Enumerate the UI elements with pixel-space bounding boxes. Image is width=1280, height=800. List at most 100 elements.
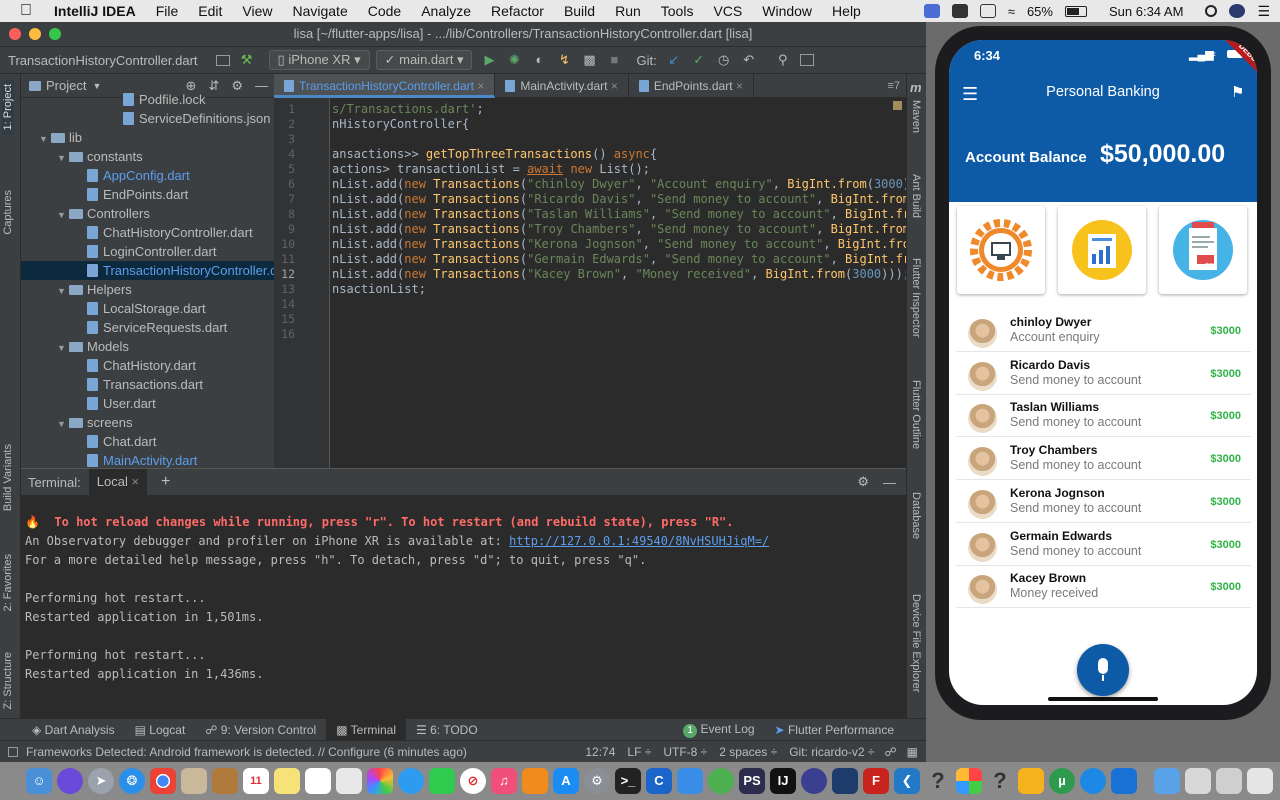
bell-icon[interactable]: ⚑	[1231, 83, 1244, 101]
intellij-alt-icon[interactable]: C	[646, 768, 672, 794]
logcat-tool-button[interactable]: ▤ Logcat	[125, 723, 196, 737]
code-line[interactable]: nList.add(new Transactions("Troy Chamber…	[332, 222, 925, 236]
device-file-explorer-tool-tab[interactable]: Device File Explorer	[910, 594, 922, 692]
git-branch[interactable]: Git: ricardo-v2 ÷	[789, 745, 874, 759]
safari-icon[interactable]: ❂	[119, 768, 145, 794]
mysql-workbench-icon[interactable]	[832, 768, 858, 794]
teamviewer-icon[interactable]	[1080, 768, 1106, 794]
menu-build[interactable]: Build	[554, 3, 605, 19]
tab-endpoints[interactable]: EndPoints.dart ×	[629, 74, 754, 98]
file-encoding[interactable]: UTF-8 ÷	[663, 745, 707, 759]
menu-vcs[interactable]: VCS	[703, 3, 752, 19]
android-studio-icon[interactable]	[708, 768, 734, 794]
no-entry-icon[interactable]: ⊘	[460, 768, 486, 794]
code-line[interactable]: nList.add(new Transactions("Taslan Willi…	[332, 207, 917, 221]
chevron-down-icon[interactable]: ▼	[92, 81, 101, 91]
system-preferences-icon[interactable]: ⚙	[584, 768, 610, 794]
tree-folder[interactable]: ▼ lib	[21, 128, 274, 147]
menu-navigate[interactable]: Navigate	[282, 3, 357, 19]
office-app-icon[interactable]	[1111, 768, 1137, 794]
close-window-button[interactable]	[9, 28, 21, 40]
app-menu[interactable]: IntelliJ IDEA	[44, 3, 146, 19]
siri-icon[interactable]	[57, 768, 83, 794]
layout-icon[interactable]	[215, 54, 230, 66]
tree-file[interactable]: LoginController.dart	[21, 242, 274, 261]
unknown-app-icon[interactable]: ?	[925, 768, 951, 794]
finder-icon[interactable]: ☺	[26, 768, 52, 794]
tree-file[interactable]: ServiceDefinitions.json	[21, 109, 274, 128]
downloads-folder-icon[interactable]	[1154, 768, 1180, 794]
code-line[interactable]: ansactions>> getTopThreeTransactions() a…	[332, 147, 657, 161]
version-control-tool-button[interactable]: ☍ 9: Version Control	[195, 723, 326, 737]
filezilla-icon[interactable]: F	[863, 768, 889, 794]
terminal-app-icon[interactable]: >_	[615, 768, 641, 794]
run-icon[interactable]: ▶	[481, 52, 497, 68]
tree-file[interactable]: Podfile.lock	[21, 90, 274, 109]
flutter-outline-tool-tab[interactable]: Flutter Outline	[910, 380, 922, 449]
app-store-icon[interactable]: A	[553, 768, 579, 794]
transaction-item[interactable]: Kacey Brown Money received $3000	[956, 568, 1251, 609]
code-line[interactable]: actions> transactionList = await new Lis…	[332, 162, 650, 176]
transaction-item[interactable]: Ricardo Davis Send money to account $3000	[956, 355, 1251, 395]
transaction-item[interactable]: chinloy Dwyer Account enquiry $3000	[956, 312, 1251, 352]
battery-icon[interactable]	[1064, 5, 1087, 17]
git-history-icon[interactable]: ◷	[716, 52, 732, 68]
git-rollback-icon[interactable]: ↶	[741, 52, 757, 68]
code-line[interactable]: nsactionList;	[332, 282, 426, 296]
build-variants-tool-tab[interactable]: Build Variants	[2, 444, 14, 511]
status-message[interactable]: Frameworks Detected: Android framework i…	[26, 745, 467, 759]
search-everywhere-icon[interactable]: ⚲	[775, 52, 791, 68]
menu-window[interactable]: Window	[752, 3, 822, 19]
nav-breadcrumb[interactable]: TransactionHistoryController.dart	[0, 53, 198, 68]
apple-menu-icon[interactable]: 	[0, 2, 44, 20]
service-card-reports[interactable]	[1058, 206, 1146, 294]
menu-help[interactable]: Help	[822, 3, 871, 19]
code-line[interactable]: nList.add(new Transactions("chinloy Dwye…	[332, 177, 925, 191]
service-card-settings[interactable]	[957, 206, 1045, 294]
airplay-icon[interactable]	[979, 4, 996, 18]
structure-tool-tab[interactable]: Z: Structure	[2, 652, 14, 709]
inspection-indicator-icon[interactable]	[893, 101, 902, 110]
close-tab-icon[interactable]: ×	[131, 474, 139, 489]
menu-edit[interactable]: Edit	[188, 3, 232, 19]
trash-icon[interactable]	[1247, 768, 1273, 794]
service-card-bills[interactable]: $23	[1159, 206, 1247, 294]
transaction-item[interactable]: Troy Chambers Send money to account $3000	[956, 440, 1251, 481]
minimize-window-button[interactable]	[29, 28, 41, 40]
tree-folder[interactable]: ▼ Controllers	[21, 204, 274, 223]
observatory-link[interactable]: http://127.0.0.1:49540/8NvHSUHJiqM=/	[509, 534, 769, 548]
git-update-icon[interactable]: ↙	[666, 52, 682, 68]
menu-run[interactable]: Run	[605, 3, 651, 19]
tree-file[interactable]: LocalStorage.dart	[21, 299, 274, 318]
maven-tool-tab[interactable]: Maven	[910, 100, 922, 133]
tree-file[interactable]: TransactionHistoryController.dart	[21, 261, 274, 280]
tree-folder[interactable]: ▼ screens	[21, 413, 274, 432]
code-line[interactable]: s/Transactions.dart';	[332, 102, 484, 116]
git-commit-icon[interactable]: ✓	[691, 52, 707, 68]
line-separator[interactable]: LF ÷	[627, 745, 651, 759]
calendar-icon[interactable]: 11	[243, 768, 269, 794]
lock-icon[interactable]: ☍	[885, 745, 897, 759]
hot-reload-icon[interactable]: ↯	[556, 52, 572, 68]
siri-icon[interactable]	[1229, 4, 1246, 18]
menu-tools[interactable]: Tools	[651, 3, 704, 19]
tree-file[interactable]: AppConfig.dart	[21, 166, 274, 185]
screenshots-stack-icon[interactable]	[1216, 768, 1242, 794]
hide-panel-icon[interactable]: —	[883, 475, 896, 490]
utorrent-icon[interactable]: µ	[1049, 768, 1075, 794]
launchpad-icon[interactable]: ➤	[88, 768, 114, 794]
close-tab-icon[interactable]: ×	[477, 79, 484, 93]
todo-tool-button[interactable]: ☰ 6: TODO	[406, 723, 488, 737]
debug-icon[interactable]: ✺	[506, 52, 522, 68]
spotlight-search-icon[interactable]	[1205, 5, 1218, 17]
tree-file[interactable]: User.dart	[21, 394, 274, 413]
music-icon[interactable]: ♫	[491, 768, 517, 794]
notification-center-icon[interactable]: ☰	[1257, 3, 1270, 20]
code-line[interactable]: nList.add(new Transactions("Germain Edwa…	[332, 252, 925, 266]
screen-share-icon[interactable]	[923, 4, 940, 18]
indent-setting[interactable]: 2 spaces ÷	[719, 745, 777, 759]
close-tab-icon[interactable]: ×	[736, 79, 743, 93]
wifi-icon[interactable]: ≈	[1008, 4, 1015, 19]
flutter-performance-tool-button[interactable]: ➤ Flutter Performance	[765, 723, 904, 737]
photos-icon[interactable]	[367, 768, 393, 794]
